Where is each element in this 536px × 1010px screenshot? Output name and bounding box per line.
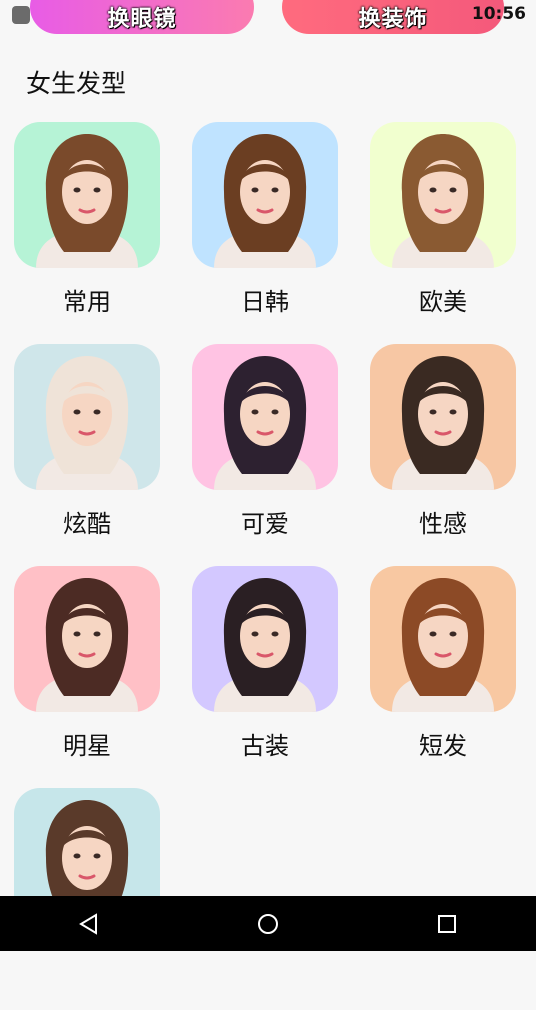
- hairstyle-thumbnail: [192, 566, 338, 712]
- hairstyle-card[interactable]: 可爱: [192, 344, 338, 566]
- hairstyle-thumbnail: [370, 566, 516, 712]
- hairstyle-card[interactable]: 明星: [14, 566, 160, 788]
- hairstyle-card[interactable]: 古装: [192, 566, 338, 788]
- hairstyle-label: 短发: [419, 732, 467, 760]
- navigation-bar: [0, 896, 536, 951]
- hairstyle-label: 可爱: [241, 510, 289, 538]
- change-glasses-button[interactable]: 换眼镜: [30, 0, 254, 34]
- hairstyle-card[interactable]: 日韩: [192, 122, 338, 344]
- hairstyle-thumbnail: [14, 122, 160, 268]
- home-icon[interactable]: [228, 896, 308, 951]
- hairstyle-label: 日韩: [241, 288, 289, 316]
- app-icon: [12, 6, 30, 24]
- hairstyle-label: 炫酷: [63, 510, 111, 538]
- section-title: 女生发型: [26, 69, 127, 98]
- hairstyle-card[interactable]: 欧美: [370, 122, 516, 344]
- hairstyle-label: 性感: [419, 510, 467, 538]
- hairstyle-card[interactable]: 短发: [370, 566, 516, 788]
- hairstyle-label: 明星: [63, 732, 111, 760]
- hairstyle-thumbnail: [14, 344, 160, 490]
- hairstyle-label: 欧美: [419, 288, 467, 316]
- recents-icon[interactable]: [407, 896, 487, 951]
- hairstyle-card[interactable]: 常用: [14, 122, 160, 344]
- hairstyle-thumbnail: [192, 344, 338, 490]
- change-accessories-button[interactable]: 换装饰: [282, 0, 504, 34]
- hairstyle-thumbnail: [192, 122, 338, 268]
- hairstyle-grid: 常用 日韩 欧美炫酷 可爱 性感明星 古装 短发: [14, 122, 522, 1010]
- hairstyle-thumbnail: [370, 122, 516, 268]
- status-time: 10:56: [471, 4, 526, 24]
- hairstyle-thumbnail: [14, 566, 160, 712]
- hairstyle-card[interactable]: 炫酷: [14, 344, 160, 566]
- hairstyle-thumbnail: [370, 344, 516, 490]
- back-icon[interactable]: [49, 896, 129, 951]
- hairstyle-card[interactable]: 性感: [370, 344, 516, 566]
- hairstyle-label: 古装: [241, 732, 289, 760]
- hairstyle-label: 常用: [63, 288, 111, 316]
